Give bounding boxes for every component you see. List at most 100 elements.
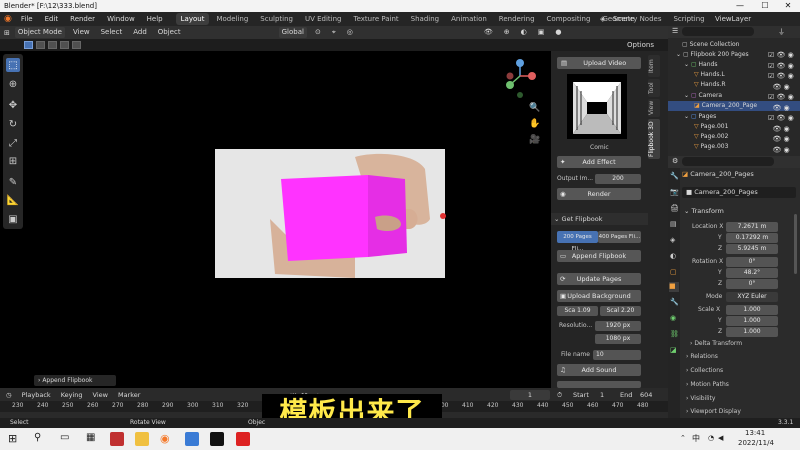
menu-render[interactable]: Render	[65, 12, 100, 26]
rotation-z-field[interactable]: 0°	[726, 279, 778, 289]
minimize-icon[interactable]: —	[730, 0, 750, 12]
scene-tab-icon[interactable]: ◈	[670, 236, 675, 244]
menu-keying[interactable]: Keying	[61, 391, 83, 399]
rotation-y-field[interactable]: 48.2°	[726, 268, 778, 278]
task-view-icon[interactable]: ▭	[60, 432, 74, 446]
maximize-icon[interactable]: ☐	[755, 0, 775, 12]
header-object[interactable]: Object	[155, 27, 184, 38]
tool-tab-icon[interactable]: 🔧	[670, 172, 679, 180]
tab-tool[interactable]: Tool	[648, 79, 660, 97]
navigation-gizmo[interactable]	[502, 58, 542, 102]
add-effect-button[interactable]: ✦ Add Effect	[557, 156, 641, 168]
select-new-icon[interactable]	[24, 41, 33, 49]
select-extend-icon[interactable]	[36, 41, 45, 49]
pan-hand-icon[interactable]: ✋	[529, 118, 541, 130]
shading-icon[interactable]: ●	[552, 27, 564, 38]
filter-icon[interactable]: ⏚	[778, 27, 785, 37]
close-icon[interactable]: ✕	[778, 0, 798, 12]
menu-playback[interactable]: Playback	[22, 391, 51, 399]
render-button[interactable]: ◉ Render	[557, 188, 641, 200]
outliner-search-input[interactable]	[682, 27, 754, 36]
tab-flipbook-3d[interactable]: Flipbook 3D	[648, 119, 660, 159]
add-cube-icon[interactable]: ▣	[6, 212, 20, 226]
current-frame-field[interactable]: 1	[510, 390, 550, 400]
select-invert-icon[interactable]	[60, 41, 69, 49]
rotate-icon[interactable]: ↻	[6, 117, 20, 131]
stopwatch-icon[interactable]: ⏱	[557, 391, 562, 400]
search-icon[interactable]: ⚲	[34, 432, 48, 446]
tab-texture-paint[interactable]: Texture Paint	[349, 13, 404, 25]
tab-rendering[interactable]: Rendering	[494, 13, 540, 25]
outliner-editor-icon[interactable]: ☰	[672, 27, 678, 35]
tab-item[interactable]: Item	[648, 55, 660, 77]
start-field[interactable]: 1	[600, 391, 604, 399]
move-icon[interactable]: ✥	[6, 98, 20, 112]
xray-icon[interactable]: ▣	[535, 27, 548, 38]
header-select[interactable]: Select	[98, 27, 126, 38]
tab-400-pages[interactable]: 400 Pages Fli...	[598, 231, 641, 243]
measure-icon[interactable]: 📐	[6, 193, 20, 207]
record-icon[interactable]	[236, 432, 250, 446]
collection-tab-icon[interactable]: ▢	[670, 268, 677, 276]
tray-arrow-icon[interactable]: ⌃	[680, 434, 686, 442]
rotation-mode-dropdown[interactable]: XYZ Euler	[726, 292, 778, 302]
proportional-icon[interactable]: ◎	[344, 27, 356, 38]
tab-200-pages[interactable]: 200 Pages Fli...	[557, 231, 598, 252]
transform-header[interactable]: ⌄ Transform	[684, 207, 724, 215]
add-sound-button[interactable]: ♫ Add Sound	[557, 364, 641, 376]
view-layer-name[interactable]: ViewLayer	[715, 15, 751, 23]
resolution-x-field[interactable]: 1920 px	[595, 321, 641, 331]
properties-editor-icon[interactable]: ⚙	[672, 157, 678, 165]
file-explorer-icon[interactable]	[135, 432, 149, 446]
output-tab-icon[interactable]: 🖨	[670, 204, 679, 212]
list-item[interactable]: ▢ Scene Collection	[668, 40, 800, 50]
view-layer-tab-icon[interactable]: ▤	[670, 220, 677, 228]
menu-marker[interactable]: Marker	[118, 391, 140, 399]
physics-tab-icon[interactable]: ◉	[670, 314, 676, 322]
windows-start-icon[interactable]: ⊞	[8, 433, 22, 447]
visibility-toggles[interactable]: ☑ 👁 ◉ ☑ 👁 ◉ ☑ 👁 ◉ 👁 ◉ ☑ 👁 ◉ 👁 ◉ ☑ 👁 ◉ 👁 ◉ 👁 …	[768, 50, 798, 154]
snap-icon[interactable]: ⌖	[329, 27, 339, 38]
object-tab-icon[interactable]: ■	[669, 282, 679, 292]
tab-compositing[interactable]: Compositing	[542, 13, 596, 25]
clock-time[interactable]: 13:41	[745, 429, 765, 437]
tab-modeling[interactable]: Modeling	[211, 13, 253, 25]
tab-layout[interactable]: Layout	[175, 13, 210, 25]
visibility-header[interactable]: › Visibility	[686, 394, 715, 404]
upload-background-button[interactable]: ▣ Upload Background	[557, 290, 641, 302]
tab-view[interactable]: View	[648, 99, 660, 117]
menu-file[interactable]: File	[16, 12, 38, 26]
upload-video-button[interactable]: ▤ Upload Video	[557, 57, 641, 69]
select-box-icon[interactable]: ⬚	[6, 58, 20, 72]
tab-animation[interactable]: Animation	[446, 13, 492, 25]
render-tab-icon[interactable]: 📷	[670, 188, 679, 196]
sca-field[interactable]: Sca 1.09	[557, 306, 598, 316]
tab-sculpting[interactable]: Sculpting	[255, 13, 298, 25]
scale-icon[interactable]: ⤢	[6, 136, 20, 150]
end-field[interactable]: 604	[640, 391, 652, 399]
world-tab-icon[interactable]: ◐	[670, 252, 676, 260]
update-pages-button[interactable]: ⟳ Update Pages	[557, 273, 641, 285]
select-subtract-icon[interactable]	[48, 41, 57, 49]
motion-paths-header[interactable]: › Motion Paths	[686, 380, 729, 390]
capcut-icon[interactable]	[210, 432, 224, 446]
tab-scripting[interactable]: Scripting	[668, 13, 709, 25]
chrome-icon[interactable]	[185, 432, 199, 446]
wifi-icon[interactable]: ◔	[708, 434, 714, 442]
gizmo-icon[interactable]: ⊕	[501, 27, 513, 38]
app-icon[interactable]	[110, 432, 124, 446]
properties-scrollbar[interactable]	[794, 214, 797, 274]
output-image-field[interactable]: 200	[595, 174, 641, 184]
relations-header[interactable]: › Relations	[686, 352, 718, 362]
append-flipbook-button[interactable]: ▭ Append Flipbook	[557, 250, 641, 262]
file-name-field[interactable]: 10	[593, 350, 641, 360]
properties-search-input[interactable]	[682, 157, 774, 166]
object-name-field[interactable]: ■ Camera_200_Pages	[682, 187, 796, 198]
mode-dropdown[interactable]: Object Mode	[14, 27, 65, 38]
menu-window[interactable]: Window	[102, 12, 140, 26]
header-add[interactable]: Add	[130, 27, 150, 38]
menu-edit[interactable]: Edit	[40, 12, 64, 26]
menu-help[interactable]: Help	[142, 12, 168, 26]
camera-view-icon[interactable]: 🎥	[529, 134, 541, 146]
visibility-icon[interactable]: 👁	[481, 27, 496, 38]
